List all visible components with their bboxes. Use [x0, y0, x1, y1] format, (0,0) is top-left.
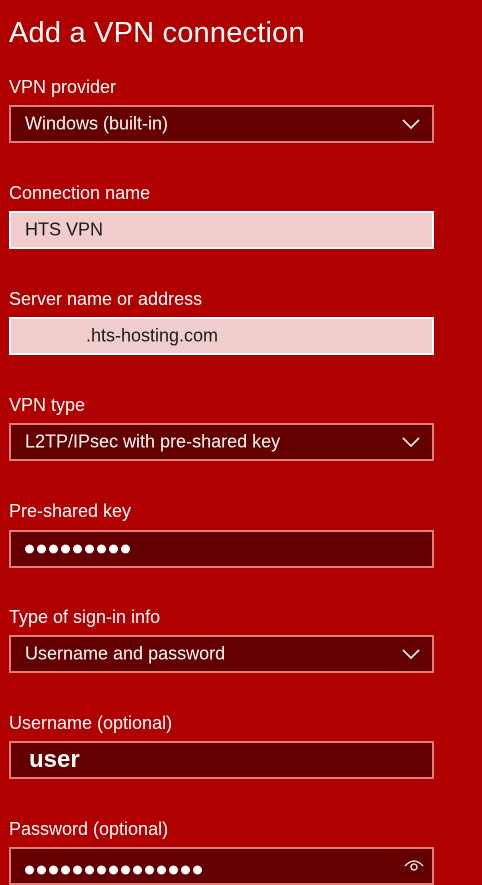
sign-in-type-label: Type of sign-in info: [9, 607, 161, 627]
mask-dot: [157, 865, 166, 875]
mask-dot: [193, 865, 202, 875]
mask-dot: [73, 544, 82, 554]
pre-shared-key-masked-value: [25, 544, 130, 554]
mask-dot: [49, 544, 58, 554]
vpn-type-select[interactable]: L2TP/IPsec with pre-shared key: [9, 423, 434, 461]
mask-dot: [169, 865, 178, 875]
mask-dot: [85, 544, 94, 554]
mask-dot: [61, 544, 70, 554]
eye-icon[interactable]: [404, 858, 424, 872]
vpn-type-value: L2TP/IPsec with pre-shared key: [25, 431, 281, 452]
vpn-type-label: VPN type: [9, 395, 86, 415]
mask-dot: [133, 865, 142, 875]
password-masked-value: [25, 865, 202, 875]
username-input[interactable]: user: [9, 741, 434, 779]
sign-in-type-value: Username and password: [25, 643, 226, 664]
vpn-provider-select[interactable]: Windows (built-in): [9, 105, 434, 143]
mask-dot: [181, 865, 190, 875]
sign-in-type-select[interactable]: Username and password: [9, 635, 434, 673]
mask-dot: [73, 865, 82, 875]
mask-dot: [37, 865, 46, 875]
vpn-provider-label: VPN provider: [9, 77, 117, 97]
mask-dot: [25, 544, 34, 554]
page-title: Add a VPN connection: [9, 17, 305, 49]
mask-dot: [97, 865, 106, 875]
mask-dot: [61, 865, 70, 875]
chevron-down-icon: [402, 649, 420, 660]
pre-shared-key-input[interactable]: [9, 530, 434, 568]
username-value: user: [29, 746, 80, 773]
server-name-input[interactable]: .hts-hosting.com: [9, 317, 434, 355]
username-label: Username (optional): [9, 713, 173, 733]
mask-dot: [25, 865, 34, 875]
mask-dot: [37, 544, 46, 554]
mask-dot: [109, 865, 118, 875]
mask-dot: [109, 544, 118, 554]
mask-dot: [49, 865, 58, 875]
connection-name-value: HTS VPN: [25, 219, 104, 240]
mask-dot: [85, 865, 94, 875]
server-name-label: Server name or address: [9, 289, 203, 309]
connection-name-label: Connection name: [9, 183, 151, 203]
mask-dot: [97, 544, 106, 554]
chevron-down-icon: [402, 119, 420, 130]
pre-shared-key-label: Pre-shared key: [9, 501, 132, 521]
mask-dot: [145, 865, 154, 875]
mask-dot: [121, 865, 130, 875]
connection-name-input[interactable]: HTS VPN: [9, 211, 434, 249]
mask-dot: [121, 544, 130, 554]
password-input[interactable]: [9, 847, 434, 885]
password-label: Password (optional): [9, 819, 169, 839]
chevron-down-icon: [402, 437, 420, 448]
vpn-provider-value: Windows (built-in): [25, 113, 169, 134]
server-name-value: .hts-hosting.com: [86, 325, 219, 346]
